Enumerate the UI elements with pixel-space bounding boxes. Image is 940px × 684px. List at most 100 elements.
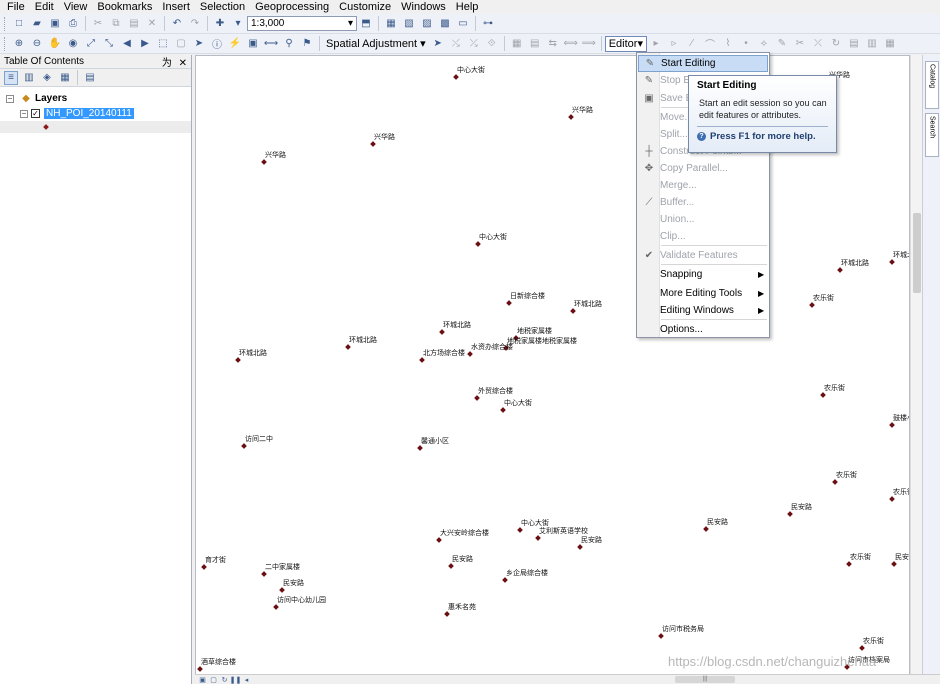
data-view-icon[interactable]: ▣ <box>198 675 207 684</box>
select-features-icon[interactable]: ⬚ <box>156 37 170 51</box>
menu-item-snapping[interactable]: Snapping ▶ <box>638 266 768 283</box>
link-table-icon[interactable]: ▦ <box>510 37 524 51</box>
html-popup-icon[interactable]: ▣ <box>246 37 260 51</box>
scale-combo[interactable]: 1:3,000 ▾ <box>247 16 357 31</box>
catalog-tab[interactable]: Catalog <box>925 61 939 109</box>
print-icon[interactable]: ⎙ <box>66 17 80 31</box>
endpoint-arc-icon[interactable]: ⌒ <box>703 37 717 51</box>
layer-row[interactable]: − ✓ NH_POI_20140111 <box>0 106 191 121</box>
zoom-out-icon[interactable]: ⊖ <box>30 37 44 51</box>
add-data-dropdown-icon[interactable]: ▾ <box>231 17 245 31</box>
editor-menu-button[interactable]: Editor ▾ <box>604 35 647 52</box>
refresh-icon[interactable]: ↻ <box>220 675 229 684</box>
list-by-visibility-icon[interactable]: ◈ <box>40 71 54 85</box>
menu-customize[interactable]: Customize <box>334 1 396 14</box>
copy-icon[interactable]: ⧉ <box>109 17 123 31</box>
list-by-source-icon[interactable]: ▥ <box>22 71 36 85</box>
pause-drawing-icon[interactable]: ❚❚ <box>230 675 242 684</box>
menu-item-buffer[interactable]: ⟋ Buffer... <box>638 194 768 211</box>
edit-tool-icon[interactable]: ▸ <box>649 37 663 51</box>
straight-segment-icon[interactable]: ⁄ <box>685 37 699 51</box>
menu-item-validate-features[interactable]: ✔ Validate Features <box>638 247 768 264</box>
editor-toolbar-icon[interactable]: ⬒ <box>359 17 373 31</box>
menu-item-options[interactable]: Options... <box>638 321 768 338</box>
toolbar-grip[interactable] <box>4 16 7 31</box>
menu-edit[interactable]: Edit <box>30 1 59 14</box>
menu-insert[interactable]: Insert <box>157 1 195 14</box>
menu-item-copy-parallel[interactable]: ✥ Copy Parallel... <box>638 160 768 177</box>
split-tool-icon[interactable]: ⤫ <box>811 37 825 51</box>
point-icon[interactable]: • <box>739 37 753 51</box>
toc-options-icon[interactable]: ▤ <box>83 71 97 85</box>
list-by-selection-icon[interactable]: ▦ <box>58 71 72 85</box>
adjust-preview-icon[interactable]: ▤ <box>528 37 542 51</box>
horizontal-scroll-thumb[interactable]: ||| <box>675 676 735 683</box>
scrollbar-thumb[interactable] <box>913 213 921 293</box>
toc-window-icon[interactable]: ▦ <box>384 17 398 31</box>
paste-icon[interactable]: ▤ <box>127 17 141 31</box>
menu-selection[interactable]: Selection <box>195 1 250 14</box>
edit-vertices-icon[interactable]: ⟡ <box>757 37 771 51</box>
pan-icon[interactable]: ✋ <box>48 37 62 51</box>
new-displacement-link-icon[interactable]: ⤯ <box>449 37 463 51</box>
catalog-window-icon[interactable]: ▧ <box>402 17 416 31</box>
menu-item-clip[interactable]: Clip... <box>638 228 768 245</box>
menu-item-editing-windows[interactable]: Editing Windows ▶ <box>638 302 768 319</box>
back-extent-icon[interactable]: ◀ <box>120 37 134 51</box>
menu-geoprocessing[interactable]: Geoprocessing <box>250 1 334 14</box>
close-icon[interactable]: ✕ <box>179 58 187 69</box>
menu-item-start-editing[interactable]: ✎ Start Editing <box>638 55 768 72</box>
new-document-icon[interactable]: □ <box>12 17 26 31</box>
menu-item-more-editing-tools[interactable]: More Editing Tools ▶ <box>638 285 768 302</box>
menu-bookmarks[interactable]: Bookmarks <box>92 1 157 14</box>
select-elements-icon[interactable]: ➤ <box>192 37 206 51</box>
delete-icon[interactable]: ✕ <box>145 17 159 31</box>
transfer-mapping-icon[interactable]: ⟹ <box>582 37 596 51</box>
attributes-icon[interactable]: ▤ <box>847 37 861 51</box>
menu-view[interactable]: View <box>59 1 93 14</box>
create-features-icon[interactable]: ▦ <box>883 37 897 51</box>
toolbar-grip[interactable] <box>4 36 7 51</box>
cut-icon[interactable]: ✂ <box>91 17 105 31</box>
redo-icon[interactable]: ↷ <box>188 17 202 31</box>
list-by-drawing-order-icon[interactable]: ≡ <box>4 70 18 85</box>
open-folder-icon[interactable]: ▰ <box>30 17 44 31</box>
layer-visibility-checkbox[interactable]: ✓ <box>31 109 40 118</box>
edgematch-icon[interactable]: ⟺ <box>564 37 578 51</box>
fixed-zoom-out-icon[interactable]: ⤡ <box>102 37 116 51</box>
reshape-icon[interactable]: ✎ <box>775 37 789 51</box>
fixed-zoom-in-icon[interactable]: ⤢ <box>84 37 98 51</box>
search-tab[interactable]: Search <box>925 113 939 157</box>
zoom-in-icon[interactable]: ⊕ <box>12 37 26 51</box>
cut-polygons-icon[interactable]: ✂ <box>793 37 807 51</box>
scroll-left-icon[interactable]: ◂ <box>242 675 251 684</box>
attribute-transfer-icon[interactable]: ⇆ <box>546 37 560 51</box>
arctoolbox-icon[interactable]: ▩ <box>438 17 452 31</box>
layer-name[interactable]: NH_POI_20140111 <box>44 108 134 119</box>
hyperlink-icon[interactable]: ⚡ <box>228 37 242 51</box>
measure-icon[interactable]: ⟷ <box>264 37 278 51</box>
layer-symbol-row[interactable] <box>0 121 191 133</box>
save-icon[interactable]: ▣ <box>48 17 62 31</box>
spatial-adjustment-menu[interactable]: Spatial Adjustment ▾ <box>323 37 429 50</box>
collapse-icon[interactable]: − <box>6 94 14 103</box>
map-vertical-scrollbar[interactable] <box>910 55 922 675</box>
collapse-icon[interactable]: − <box>20 109 28 118</box>
pin-icon[interactable]: 为 <box>162 58 172 69</box>
identify-icon[interactable]: ⓘ <box>210 37 224 51</box>
forward-extent-icon[interactable]: ▶ <box>138 37 152 51</box>
add-data-icon[interactable]: ✚ <box>213 17 227 31</box>
menu-item-union[interactable]: Union... <box>638 211 768 228</box>
search-window-icon[interactable]: ▨ <box>420 17 434 31</box>
sketch-properties-icon[interactable]: ▥ <box>865 37 879 51</box>
trace-icon[interactable]: ⌇ <box>721 37 735 51</box>
full-extent-icon[interactable]: ◉ <box>66 37 80 51</box>
find-route-icon[interactable]: ⚑ <box>300 37 314 51</box>
menu-file[interactable]: File <box>2 1 30 14</box>
menu-item-merge[interactable]: Merge... <box>638 177 768 194</box>
rotate-icon[interactable]: ↻ <box>829 37 843 51</box>
clear-selection-icon[interactable]: ▢ <box>174 37 188 51</box>
multiple-link-icon[interactable]: ⟐ <box>485 37 499 51</box>
layout-view-icon[interactable]: ▢ <box>209 675 218 684</box>
layers-group-row[interactable]: − ◆ Layers <box>0 91 191 106</box>
